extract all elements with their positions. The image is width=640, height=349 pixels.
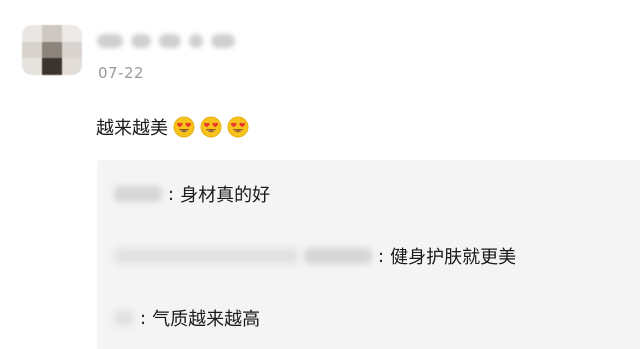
username[interactable] xyxy=(97,30,235,52)
reply-separator: : xyxy=(140,307,147,329)
reply-text: 气质越来越高 xyxy=(152,309,261,330)
reply-username[interactable] xyxy=(114,248,298,264)
reply-username[interactable] xyxy=(114,186,162,202)
reply-separator: : xyxy=(168,183,175,205)
comment-text: 越来越美 xyxy=(96,118,168,139)
reply-item[interactable]: : 健身护肤就更美 xyxy=(114,242,516,270)
heart-eyes-emoji-icon xyxy=(173,116,195,138)
reply-text: 健身护肤就更美 xyxy=(390,247,517,268)
username-blur-segment xyxy=(97,34,123,48)
reply-username[interactable] xyxy=(304,248,372,264)
avatar[interactable] xyxy=(22,25,82,75)
reply-separator: : xyxy=(378,245,385,267)
comment-date: 07-22 xyxy=(98,64,145,82)
reply-item[interactable]: : 气质越来越高 xyxy=(114,304,260,332)
heart-eyes-emoji-icon xyxy=(227,116,249,138)
reply-username[interactable] xyxy=(114,310,134,326)
comment-screenshot: 07-22 越来越美 : 身材真的好: 健身护肤就更美: 气质越来越高 xyxy=(0,0,640,349)
heart-eyes-emoji-icon xyxy=(200,116,222,138)
comment-body: 越来越美 xyxy=(96,113,249,141)
username-blur-segment xyxy=(131,34,151,48)
username-blur-segment xyxy=(159,34,181,48)
reply-item[interactable]: : 身材真的好 xyxy=(114,180,270,208)
reply-list: : 身材真的好 : 健身护肤就更美 : 气质越来越高 xyxy=(97,160,640,349)
reply-text: 身材真的好 xyxy=(180,185,271,206)
username-blur-segment xyxy=(211,34,235,48)
username-blur-segment xyxy=(189,34,203,48)
